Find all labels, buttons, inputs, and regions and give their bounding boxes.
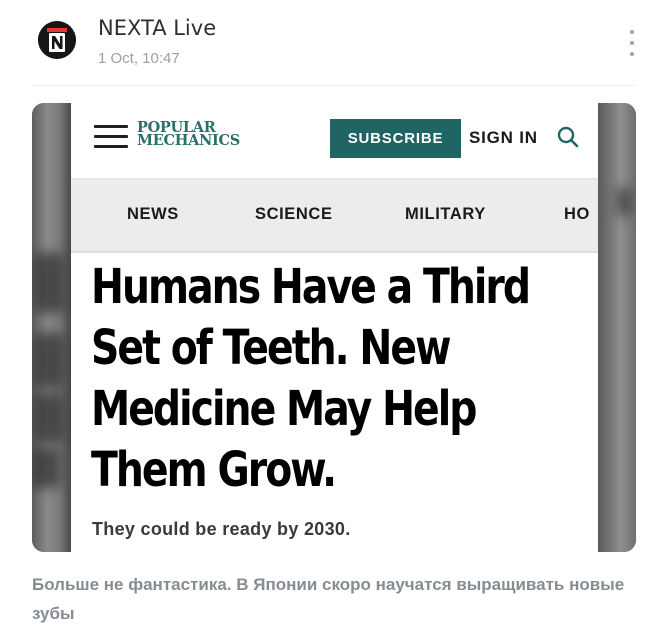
headline-line: Set of Teeth. New bbox=[91, 320, 451, 376]
nav-item-news[interactable]: NEWS bbox=[127, 205, 179, 224]
article-screenshot: POPULAR MECHANICS SUBSCRIBE SIGN IN NEWS… bbox=[71, 103, 598, 552]
header-divider bbox=[32, 85, 636, 86]
logo-line-2: MECHANICS bbox=[137, 132, 240, 149]
post-timestamp: 1 Oct, 10:47 bbox=[98, 50, 180, 67]
nav-item-science[interactable]: SCIENCE bbox=[255, 205, 333, 224]
blur-shape bbox=[617, 188, 631, 216]
blur-shape bbox=[34, 253, 64, 313]
subscribe-button[interactable]: SUBSCRIBE bbox=[330, 119, 461, 158]
headline-line: Them Grow. bbox=[91, 442, 337, 498]
more-vertical-icon[interactable] bbox=[622, 30, 642, 56]
search-icon[interactable] bbox=[557, 126, 579, 148]
blur-shape bbox=[34, 333, 64, 388]
hamburger-menu-icon[interactable] bbox=[94, 123, 128, 151]
popular-mechanics-logo[interactable]: POPULAR MECHANICS bbox=[137, 120, 257, 149]
channel-name[interactable]: NEXTA Live bbox=[98, 16, 216, 40]
sign-in-link[interactable]: SIGN IN bbox=[469, 128, 538, 148]
image-blur-right bbox=[598, 103, 636, 552]
blur-shape bbox=[34, 393, 64, 443]
channel-avatar[interactable] bbox=[38, 21, 76, 59]
article-headline: Humans Have a Third Set of Teeth. New Me… bbox=[91, 257, 591, 501]
post-header: NEXTA Live 1 Oct, 10:47 bbox=[0, 0, 651, 86]
post-image[interactable]: POPULAR MECHANICS SUBSCRIBE SIGN IN NEWS… bbox=[32, 103, 636, 552]
headline-line: Humans Have a Third bbox=[91, 259, 531, 315]
blur-shape bbox=[32, 448, 60, 488]
site-nav: NEWS SCIENCE MILITARY HO bbox=[71, 179, 598, 253]
nav-item-military[interactable]: MILITARY bbox=[405, 205, 486, 224]
site-header: POPULAR MECHANICS SUBSCRIBE SIGN IN bbox=[71, 103, 598, 179]
nexta-logo-icon bbox=[38, 21, 76, 59]
nav-item-ho[interactable]: HO bbox=[564, 205, 590, 224]
headline-line: Medicine May Help bbox=[91, 381, 477, 437]
post-caption: Больше не фантастика. В Японии скоро нау… bbox=[32, 575, 625, 623]
article-subhead: They could be ready by 2030. bbox=[92, 519, 351, 539]
